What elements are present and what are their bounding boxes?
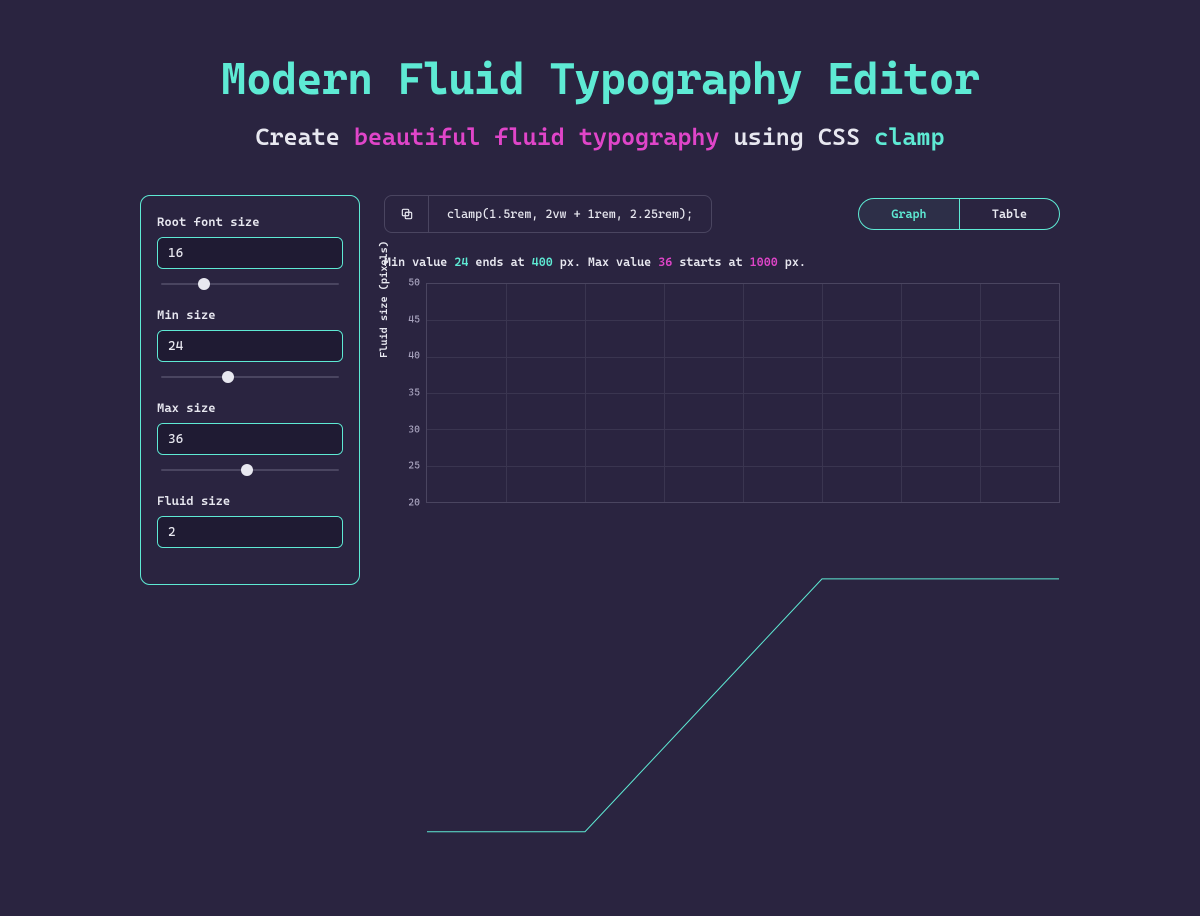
- gridline: [585, 284, 586, 502]
- max-size-slider[interactable]: [157, 465, 343, 475]
- fluid-size-input[interactable]: [158, 517, 343, 547]
- y-tick: 20: [408, 498, 420, 509]
- clamp-code: clamp(1.5rem, 2vw + 1rem, 2.25rem);: [429, 207, 711, 221]
- controls-sidebar: Root font size px Min size px Max size: [140, 195, 360, 585]
- view-tabs: Graph Table: [858, 198, 1060, 230]
- page-title: Modern Fluid Typography Editor: [0, 54, 1200, 105]
- fluid-line: [427, 579, 1059, 832]
- fluid-size-chart: Fluid size (pixels) 50454035302520: [384, 283, 1060, 503]
- copy-button[interactable]: [385, 196, 429, 232]
- root-font-size-input[interactable]: [158, 238, 343, 268]
- sub-clamp: clamp: [874, 123, 944, 151]
- y-tick: 50: [408, 278, 420, 289]
- field-min-size: Min size px: [157, 307, 343, 382]
- field-label: Root font size: [157, 214, 343, 229]
- page-subtitle: Create beautiful fluid typography using …: [0, 123, 1200, 151]
- min-size-input[interactable]: [158, 331, 343, 361]
- sub-pre: Create: [255, 123, 353, 151]
- sub-accent: beautiful fluid typography: [354, 123, 720, 151]
- max-size-input[interactable]: [158, 424, 343, 454]
- tab-table[interactable]: Table: [959, 199, 1059, 229]
- y-tick: 25: [408, 461, 420, 472]
- tab-graph[interactable]: Graph: [859, 199, 959, 229]
- gridline: [980, 284, 981, 502]
- gridline: [506, 284, 507, 502]
- gridline: [901, 284, 902, 502]
- y-axis-label: Fluid size (pixels): [378, 241, 390, 358]
- field-label: Min size: [157, 307, 343, 322]
- sub-mid: using CSS: [720, 123, 875, 151]
- plot-area: [426, 283, 1060, 503]
- gridline: [743, 284, 744, 502]
- y-axis-ticks: 50454035302520: [398, 283, 420, 503]
- min-size-slider[interactable]: [157, 372, 343, 382]
- main-panel: clamp(1.5rem, 2vw + 1rem, 2.25rem); Grap…: [384, 195, 1060, 585]
- gridline: [664, 284, 665, 502]
- y-tick: 40: [408, 351, 420, 362]
- root-font-size-slider[interactable]: [157, 279, 343, 289]
- y-tick: 45: [408, 314, 420, 325]
- chart-summary: Min value 24 ends at 400 px. Max value 3…: [384, 255, 1060, 269]
- y-tick: 35: [408, 388, 420, 399]
- field-max-size: Max size px: [157, 400, 343, 475]
- y-tick: 30: [408, 424, 420, 435]
- field-root-font-size: Root font size px: [157, 214, 343, 289]
- copy-icon: [400, 207, 414, 221]
- field-fluid-size: Fluid size vw: [157, 493, 343, 548]
- code-output: clamp(1.5rem, 2vw + 1rem, 2.25rem);: [384, 195, 712, 233]
- field-label: Max size: [157, 400, 343, 415]
- field-label: Fluid size: [157, 493, 343, 508]
- gridline: [822, 284, 823, 502]
